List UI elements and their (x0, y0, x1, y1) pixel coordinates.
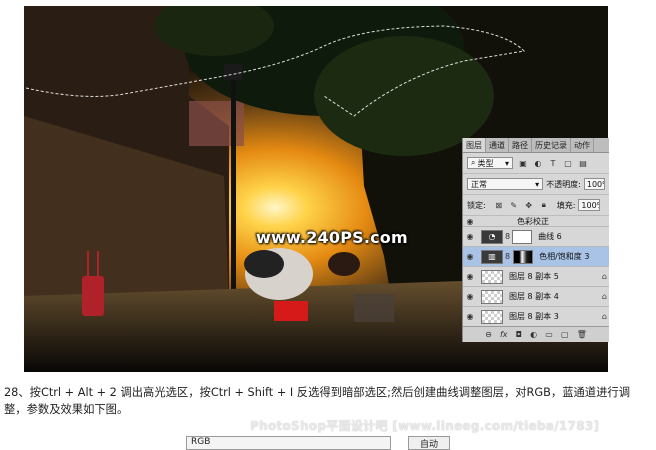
layer-row[interactable]: ◉ 色彩校正 (463, 216, 609, 227)
filter-row: ⌕ 类型 ▾ ▣ ◐ T ▢ ▤ (463, 153, 609, 174)
mask-icon[interactable]: ◘ (516, 330, 522, 339)
link-icon: 8 (505, 252, 511, 261)
tab-layers[interactable]: 图层 (463, 138, 486, 152)
lock-row: 锁定: ⊠ ✎ ✥ 🔒︎ 填充: 100% (463, 195, 609, 216)
lock-move-icon[interactable]: ✥ (524, 200, 534, 210)
tab-paths[interactable]: 路径 (509, 138, 532, 152)
opacity-field[interactable]: 100% (583, 178, 605, 190)
layer-row[interactable]: ◉ 图层 8 副本 3 ⌂ (463, 307, 609, 327)
search-icon: ⌕ (471, 158, 476, 167)
layers-panel: 图层 通道 路径 历史记录 动作 ⌕ 类型 ▾ ▣ ◐ T ▢ ▤ 正常 ▾ 不… (462, 138, 609, 342)
layer-row[interactable]: ◉ ◔ 8 曲线 6 (463, 227, 609, 247)
layer-thumb (481, 269, 503, 284)
type-filter-icon[interactable]: T (548, 158, 558, 168)
chevron-down-icon: ▾ (535, 179, 540, 189)
layer-mask-thumb[interactable] (512, 229, 533, 244)
trash-icon[interactable]: 🗑︎ (577, 330, 587, 339)
link-icon: 8 (505, 232, 511, 241)
lock-brush-icon[interactable]: ✎ (509, 200, 519, 210)
tab-channels[interactable]: 通道 (486, 138, 509, 152)
layer-thumb (481, 289, 503, 304)
fx-icon[interactable]: fx (500, 330, 508, 339)
layer-thumb (481, 309, 503, 324)
adjust-filter-icon[interactable]: ◐ (533, 158, 543, 168)
lock-transparency-icon[interactable]: ⊠ (494, 200, 504, 210)
lock-icon: ⌂ (601, 312, 607, 321)
layer-row[interactable]: ◉ 图层 8 副本 4 ⌂ (463, 287, 609, 307)
adjustment-icon[interactable]: ◐ (530, 330, 537, 339)
filter-kind-select[interactable]: ⌕ 类型 ▾ (467, 157, 513, 169)
fill-label: 填充: (556, 200, 576, 210)
panel-footer: ⊖ fx ◘ ◐ ▭ ▢ 🗑︎ (463, 326, 609, 342)
layer-mask-thumb[interactable] (513, 249, 534, 264)
shape-filter-icon[interactable]: ▢ (563, 158, 573, 168)
channel-select[interactable]: RGB (186, 436, 391, 450)
lock-icon: ⌂ (601, 292, 607, 301)
eye-icon[interactable]: ◉ (463, 252, 477, 261)
huesat-adjustment-icon: ▥ (481, 249, 503, 264)
eye-icon[interactable]: ◉ (463, 292, 477, 301)
chevron-down-icon: ▾ (504, 158, 509, 168)
new-layer-icon[interactable]: ▢ (561, 330, 569, 339)
auto-button[interactable]: 自动 (408, 436, 450, 450)
curves-adjustment-icon: ◔ (481, 229, 503, 244)
eye-icon[interactable]: ◉ (463, 217, 477, 226)
lock-icon: ⌂ (601, 272, 607, 281)
fill-field[interactable]: 100% (578, 199, 601, 211)
eye-icon[interactable]: ◉ (463, 312, 477, 321)
tab-actions[interactable]: 动作 (571, 138, 594, 152)
blend-mode-select[interactable]: 正常 ▾ (467, 178, 544, 190)
eye-icon[interactable]: ◉ (463, 272, 477, 281)
lock-label: 锁定: (467, 200, 486, 210)
folder-icon[interactable]: ▭ (545, 330, 553, 339)
site-watermark: www.240PS.com (256, 228, 408, 247)
link-icon[interactable]: ⊖ (485, 330, 492, 339)
image-filter-icon[interactable]: ▣ (518, 158, 528, 168)
blend-row: 正常 ▾ 不透明度: 100% (463, 174, 609, 195)
eye-icon[interactable]: ◉ (463, 232, 477, 241)
smart-filter-icon[interactable]: ▤ (578, 158, 588, 168)
forum-watermark: PhotoShop平面设计吧 [www.lineeg.com/tieba/178… (250, 419, 600, 433)
lock-all-icon[interactable]: 🔒︎ (539, 200, 549, 210)
layer-row-selected[interactable]: ◉ ▥ 8 色相/饱和度 3 (463, 247, 609, 267)
step-caption: 28、按Ctrl + Alt + 2 调出高光选区，按Ctrl + Shift … (4, 386, 630, 416)
panel-tabs: 图层 通道 路径 历史记录 动作 (463, 138, 609, 153)
layer-row[interactable]: ◉ 图层 8 副本 5 ⌂ (463, 267, 609, 287)
opacity-label: 不透明度: (546, 179, 581, 189)
tab-history[interactable]: 历史记录 (532, 138, 571, 152)
